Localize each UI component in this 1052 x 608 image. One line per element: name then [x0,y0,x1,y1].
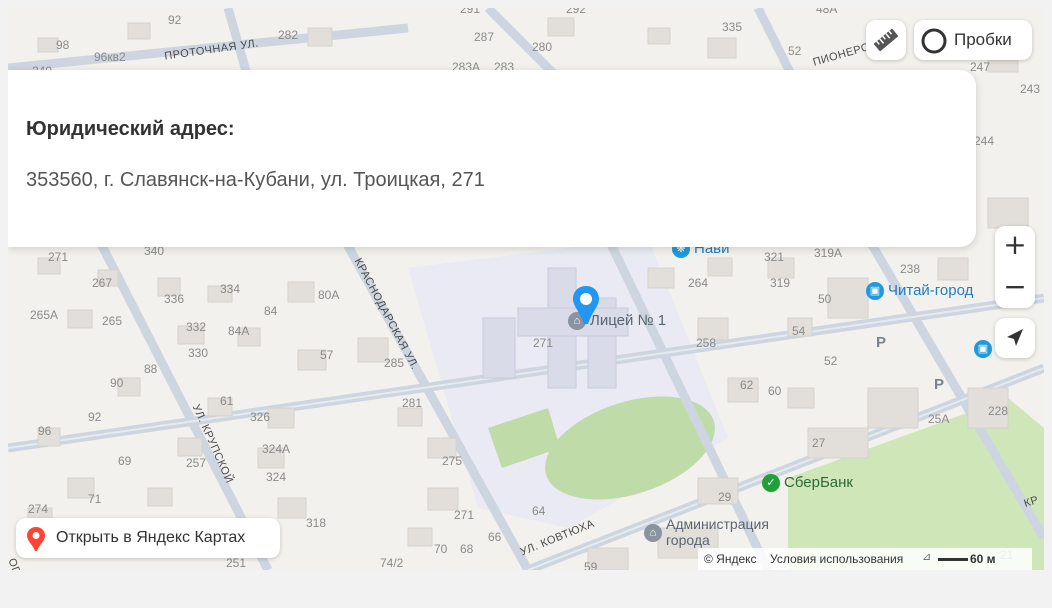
house-number: 52 [824,354,838,368]
house-number: 282 [278,28,299,42]
house-number: 61 [220,394,234,408]
shopping-bag-icon: ▣ [974,340,992,359]
shopping-bag-icon: ▣ [866,282,884,301]
house-number: 243 [1020,82,1041,96]
parking-icon: P [876,334,887,351]
house-number: 60 [768,384,782,398]
house-number: 291 [460,8,481,16]
house-number: 98 [56,38,70,52]
house-number: 274 [28,502,49,516]
poi-chitay-gorod[interactable]: ▣ Читай-город [866,282,973,301]
ruler-icon [874,28,898,52]
house-number: 69 [118,454,132,468]
house-number: 257 [186,456,207,470]
ruler-button[interactable] [866,20,906,60]
house-number: 92 [168,13,182,27]
house-number: 281 [402,396,423,410]
house-number: 271 [454,508,475,522]
scale-bar [938,558,968,561]
copyright-text: © Яндекс [704,552,757,566]
house-number: 74/2 [380,556,404,570]
traffic-icon [921,28,947,54]
map-pin-icon [27,527,45,551]
house-number: 48А [816,8,838,16]
house-number: 326 [250,410,271,424]
poi-administration[interactable]: ⌂Администрация города [644,516,769,548]
terms-link[interactable]: Условия использования [770,552,903,566]
traffic-label: Пробки [954,30,1012,49]
house-number: 335 [722,20,743,34]
zoom-out-button[interactable]: − [995,268,1035,308]
house-number: 92 [88,410,102,424]
house-number: 324А [262,442,291,456]
house-number: 84 [264,304,278,318]
locate-button[interactable] [995,318,1035,358]
house-number: 96кв2 [94,50,126,64]
house-number: 264 [688,276,709,290]
house-number: 71 [88,492,102,506]
house-number: 251 [226,556,247,570]
house-number: 319 [770,276,791,290]
locate-arrow-icon [1007,329,1023,346]
address-card: Юридический адрес: 353560, г. Славянск-н… [8,70,976,247]
open-in-maps-label: Открыть в Яндекс Картах [56,529,246,546]
house-number: 334 [220,282,241,296]
house-number: 332 [186,320,207,334]
open-in-maps-button[interactable]: Открыть в Яндекс Картах [16,518,280,558]
house-number: 321 [764,250,785,264]
house-number: 280 [532,40,553,54]
house-number: 318 [306,516,327,530]
scale-icon: ⊿ [922,551,932,563]
house-number: 29 [718,490,732,504]
government-icon: ⌂ [644,524,662,542]
house-number: 27 [812,436,826,450]
house-number: 258 [696,336,717,350]
card-title: Юридический адрес: [26,118,235,140]
house-number: 57 [320,348,334,362]
house-number: 62 [740,378,754,392]
house-number: 68 [460,542,474,556]
house-number: 247 [970,60,991,74]
house-number: 292 [566,8,587,16]
house-number: 50 [818,292,832,306]
map-copyright-bar: © Яндекс Условия использования ⊿ 60 м [698,548,1032,570]
house-number: 96 [38,424,52,438]
zoom-in-button[interactable]: + [995,226,1035,266]
house-number: 265А [30,308,59,322]
house-number: 330 [188,346,209,360]
house-number: 238 [900,262,921,276]
house-number: 285 [384,356,405,370]
poi-sberbank[interactable]: ✓ СберБанк [762,474,853,493]
house-number: 88 [144,362,158,376]
house-number: 80А [318,288,340,302]
parking-icon: P [934,376,945,393]
house-number: 267 [92,276,113,290]
house-number: 59 [584,560,598,570]
house-number: 66 [488,530,502,544]
house-number: 275 [442,454,463,468]
house-number: 90 [110,376,124,390]
house-number: 271 [533,336,554,350]
map-widget: 92 291 292 98 96кв2 282 287 280 335 48А … [8,8,1044,570]
traffic-button[interactable]: Пробки [914,20,1032,60]
house-number: 324 [266,470,287,484]
house-number: 271 [48,250,69,264]
house-number: 54 [792,324,806,338]
house-number: 228 [988,404,1009,418]
scale-label: 60 м [970,552,996,566]
house-number: 52 [788,44,802,58]
map-pin-icon[interactable] [570,284,602,328]
sberbank-icon: ✓ [762,474,780,493]
house-number: 25А [928,412,950,426]
card-address: 353560, г. Славянск-на-Кубани, ул. Троиц… [26,169,485,191]
house-number: 64 [532,504,546,518]
house-number: 287 [474,30,495,44]
house-number: 336 [164,292,185,306]
house-number: 319А [814,246,843,260]
zoom-controls: + − [995,226,1035,308]
house-number: 70 [434,542,448,556]
house-number: 265 [102,314,123,328]
house-number: 84А [228,324,250,338]
house-number: 244 [974,134,995,148]
